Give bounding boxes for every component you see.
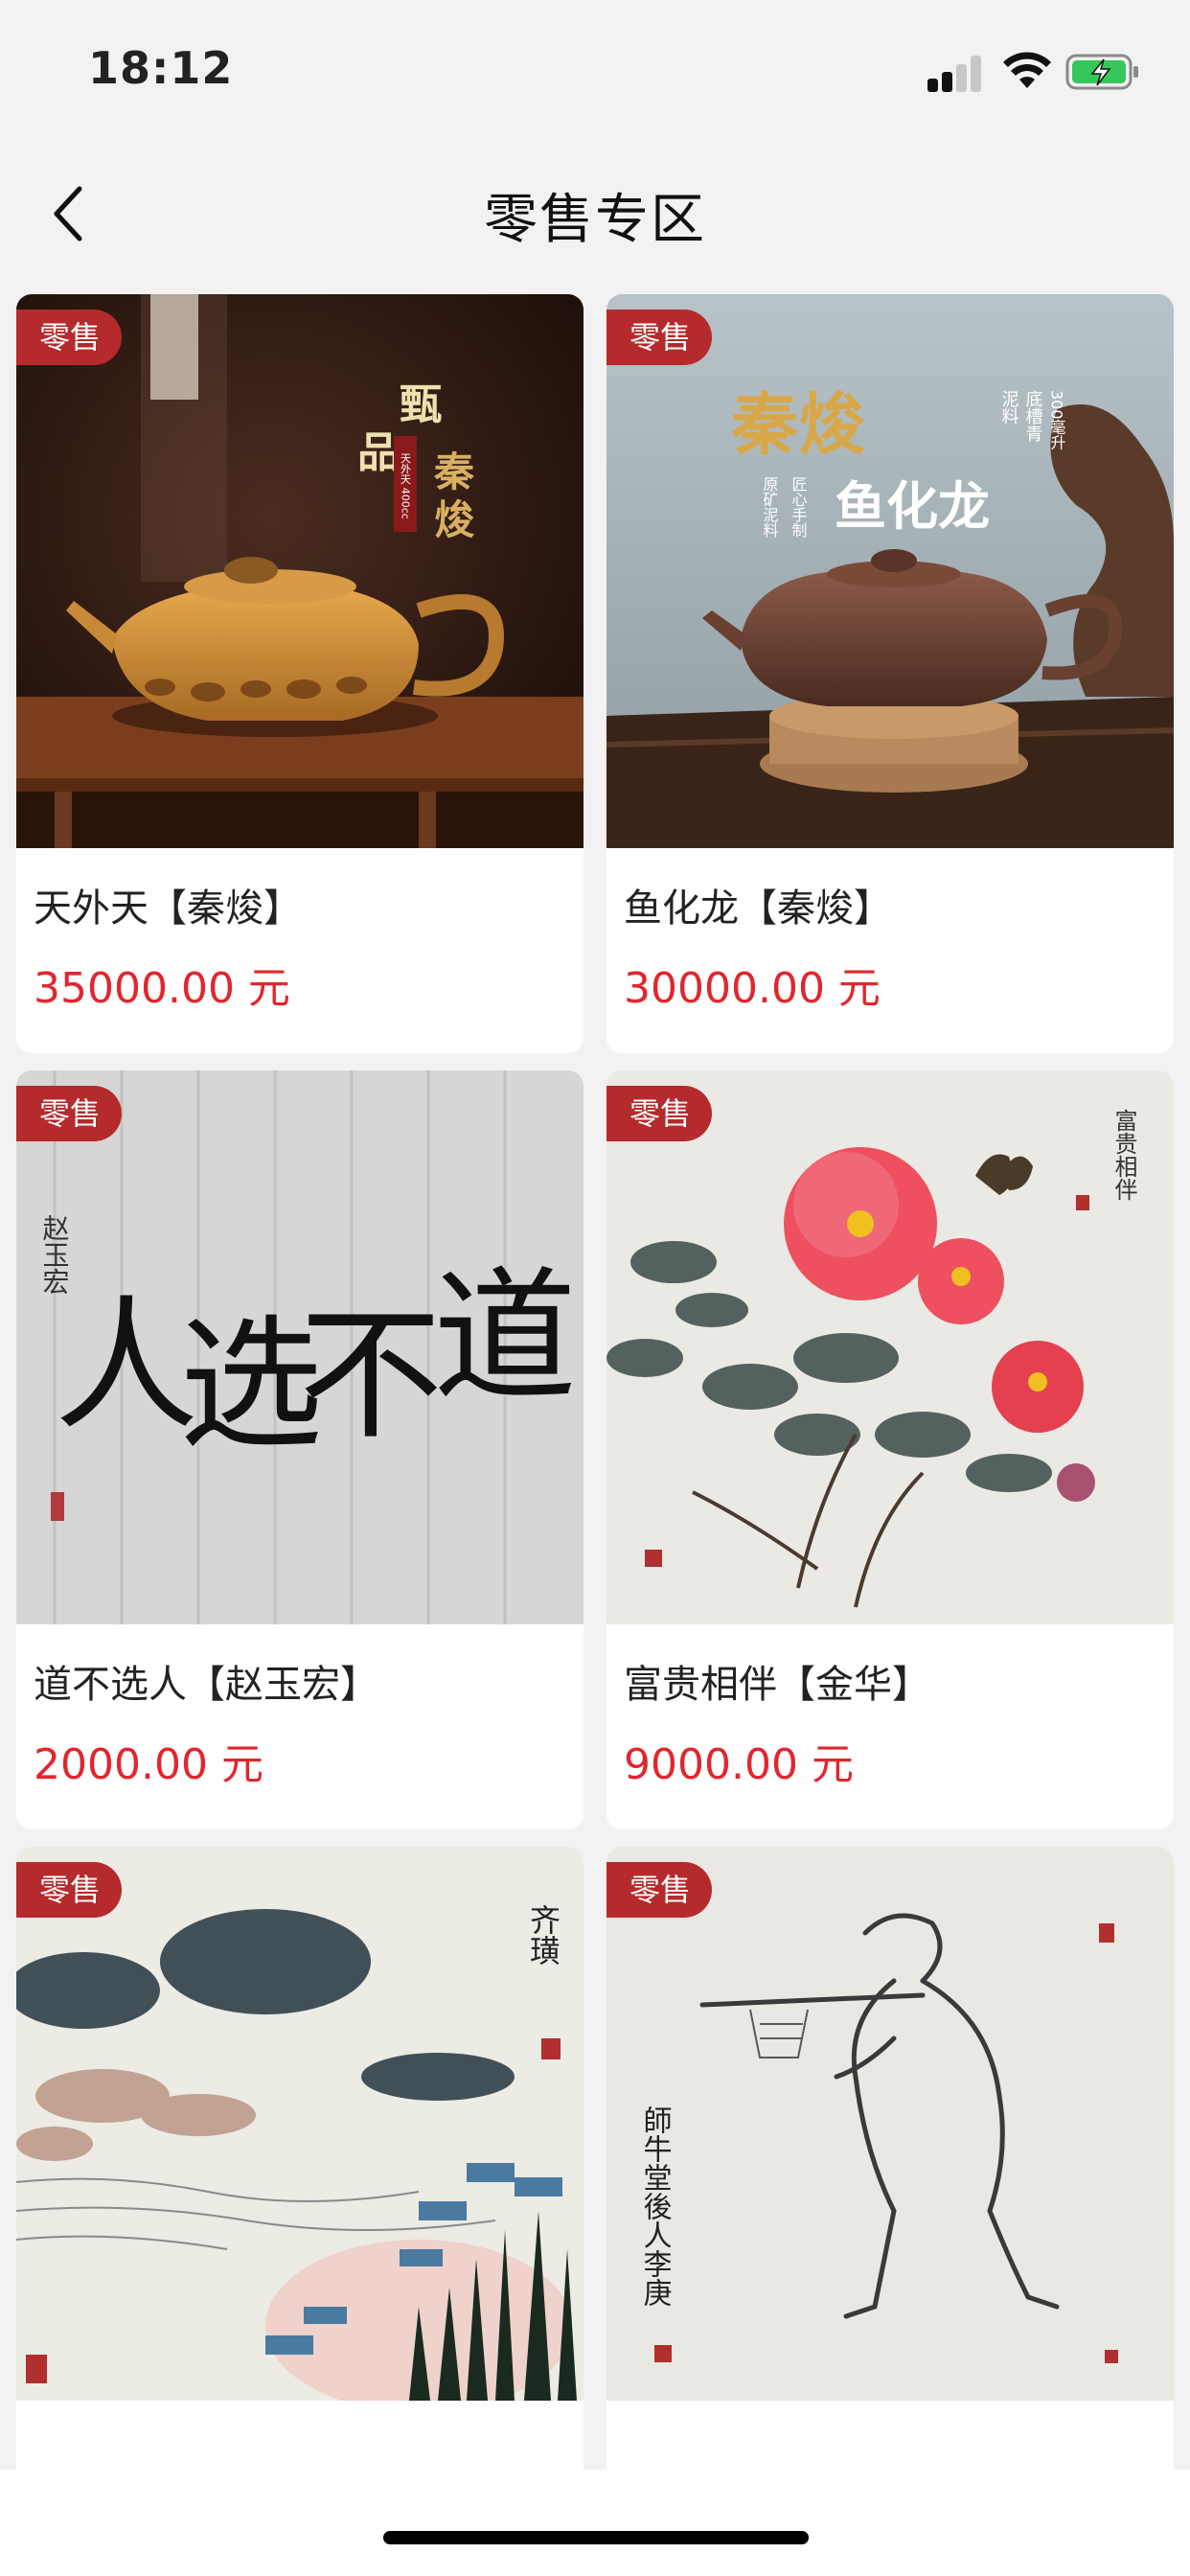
product-image: 齐璜 零售	[16, 1847, 584, 2401]
svg-text:原矿泥料: 原矿泥料	[761, 476, 779, 538]
status-bar: 18:12	[0, 0, 1190, 144]
svg-text:道: 道	[433, 1254, 577, 1421]
svg-text:秦: 秦	[433, 448, 475, 495]
svg-text:300毫升: 300毫升	[1048, 390, 1066, 450]
product-grid: 甄 品 秦 焌 天外天 400cc 零售 天外天【秦焌】 35000.00 元	[16, 294, 1174, 2470]
product-image: 道 不 选 人 赵玉宏 零售	[16, 1070, 584, 1624]
product-image: 師牛堂後人李庚 零售	[606, 1847, 1174, 2401]
product-name: 道不选人【赵玉宏】	[34, 1663, 378, 1707]
svg-text:选: 选	[179, 1302, 323, 1469]
product-name: 富贵相伴【金华】	[624, 1663, 930, 1707]
svg-text:師牛堂後人李庚: 師牛堂後人李庚	[638, 2105, 673, 2307]
retail-badge: 零售	[606, 1086, 713, 1141]
product-price: 35000.00 元	[34, 964, 290, 1013]
svg-text:底槽青: 底槽青	[1023, 390, 1043, 443]
svg-text:焌: 焌	[434, 496, 475, 543]
product-card[interactable]: 甄 品 秦 焌 天外天 400cc 零售 天外天【秦焌】 35000.00 元	[16, 294, 584, 1053]
svg-text:天外天 400cc: 天外天 400cc	[400, 452, 412, 519]
bottom-bar	[0, 2470, 1190, 2576]
svg-text:品: 品	[357, 428, 400, 477]
battery-charging-icon	[1065, 54, 1138, 90]
status-time: 18:12	[88, 42, 234, 94]
retail-badge: 零售	[606, 310, 713, 365]
product-price: 9000.00 元	[624, 1740, 854, 1789]
retail-badge: 零售	[16, 1086, 123, 1141]
wifi-icon	[1003, 52, 1051, 88]
product-name: 天外天【秦焌】	[34, 886, 302, 931]
product-name: 鱼化龙【秦焌】	[624, 886, 892, 931]
svg-text:甄: 甄	[400, 380, 442, 429]
product-image: 富贵相伴 零售	[606, 1070, 1174, 1624]
home-indicator[interactable]	[383, 2531, 809, 2544]
svg-text:秦焌: 秦焌	[730, 384, 866, 464]
svg-text:泥料: 泥料	[999, 390, 1019, 425]
product-card[interactable]: 齐璜 零售	[16, 1847, 584, 2470]
product-image: 甄 品 秦 焌 天外天 400cc 零售	[16, 294, 584, 848]
product-image: 秦焌 鱼化龙 泥料 底槽青 300毫升 原矿泥料 匠心手制 零售	[606, 294, 1174, 848]
product-price: 2000.00 元	[34, 1740, 263, 1789]
svg-text:匠心手制: 匠心手制	[790, 476, 808, 538]
svg-text:齐璜: 齐璜	[525, 1904, 561, 1966]
product-price: 30000.00 元	[624, 964, 881, 1013]
product-card[interactable]: 富贵相伴 零售 富贵相伴【金华】 9000.00 元	[606, 1070, 1174, 1829]
retail-badge: 零售	[16, 1862, 123, 1918]
signal-icon	[927, 56, 983, 92]
retail-badge: 零售	[16, 310, 123, 365]
nav-bar: 零售专区	[0, 144, 1190, 278]
svg-text:富贵相伴: 富贵相伴	[1110, 1109, 1137, 1201]
page-title: 零售专区	[484, 189, 706, 251]
svg-text:人: 人	[55, 1283, 198, 1450]
product-card[interactable]: 秦焌 鱼化龙 泥料 底槽青 300毫升 原矿泥料 匠心手制 零售 鱼化龙【秦焌】…	[606, 294, 1174, 1053]
svg-text:鱼化龙: 鱼化龙	[835, 475, 990, 537]
retail-badge: 零售	[606, 1862, 713, 1918]
product-card[interactable]: 師牛堂後人李庚 零售	[606, 1847, 1174, 2470]
product-card[interactable]: 道 不 选 人 赵玉宏 零售 道不选人【赵玉宏】 2000.00 元	[16, 1070, 584, 1829]
svg-text:赵玉宏: 赵玉宏	[39, 1214, 71, 1295]
